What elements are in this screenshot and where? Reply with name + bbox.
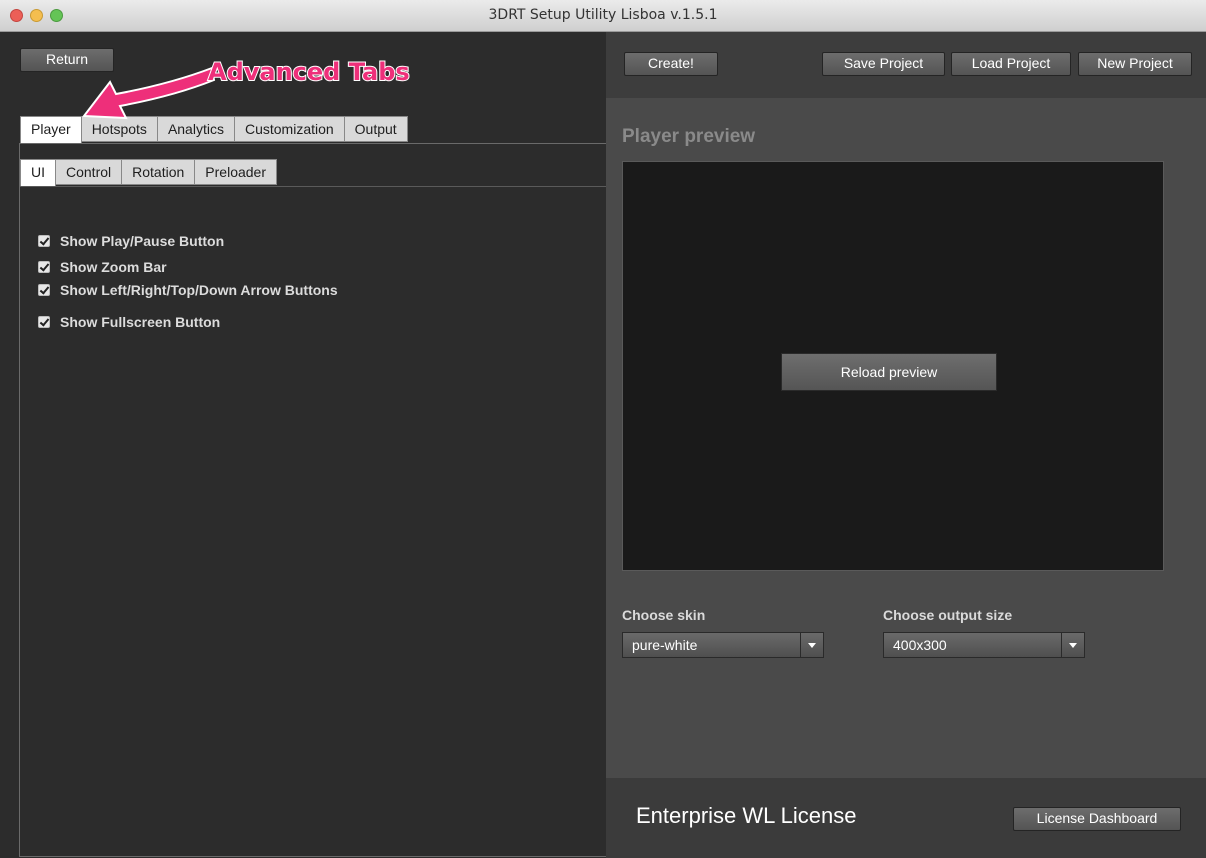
license-dashboard-button[interactable]: License Dashboard — [1013, 807, 1181, 831]
create-button[interactable]: Create! — [624, 52, 718, 76]
toolbar: Create! Save Project Load Project New Pr… — [606, 32, 1206, 98]
skin-select[interactable]: pure-white — [622, 632, 824, 658]
preview-pane: Create! Save Project Load Project New Pr… — [606, 32, 1206, 858]
skin-value: pure-white — [632, 637, 698, 653]
load-project-button[interactable]: Load Project — [951, 52, 1071, 76]
skin-label: Choose skin — [622, 607, 706, 623]
license-text: Enterprise WL License — [636, 803, 857, 828]
output-size-select[interactable]: 400x300 — [883, 632, 1085, 658]
preview-title: Player preview — [622, 126, 756, 147]
player-preview: Reload preview — [622, 161, 1164, 571]
new-project-button[interactable]: New Project — [1078, 52, 1192, 76]
reload-preview-button[interactable]: Reload preview — [781, 353, 997, 391]
advanced-tabs-annotation: Advanced Tabs — [207, 57, 411, 87]
pink-arrow-icon — [82, 66, 216, 120]
output-size-value: 400x300 — [893, 637, 947, 653]
chevron-down-icon[interactable] — [800, 633, 823, 657]
chevron-down-icon[interactable] — [1061, 633, 1084, 657]
app-window: 3DRT Setup Utility Lisboa v.1.5.1 Return… — [0, 0, 1206, 858]
output-size-label: Choose output size — [883, 607, 1013, 623]
save-project-button[interactable]: Save Project — [822, 52, 945, 76]
